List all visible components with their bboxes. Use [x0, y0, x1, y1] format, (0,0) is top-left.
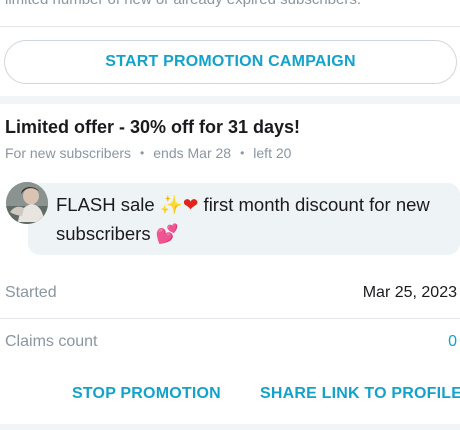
claims-count-label: Claims count: [5, 333, 98, 350]
claims-count-value[interactable]: 0: [448, 333, 457, 351]
two-hearts-icon: 💕: [155, 224, 179, 245]
promotion-message: FLASH sale ✨❤ first month discount for n…: [56, 191, 456, 249]
offer-remaining: left 20: [253, 145, 292, 161]
share-link-to-profile-button[interactable]: SHARE LINK TO PROFILE: [260, 385, 460, 403]
meta-separator: •: [140, 146, 145, 160]
offer-end-date: ends Mar 28: [153, 145, 232, 161]
message-text: FLASH sale: [56, 194, 160, 215]
promotion-actions: STOP PROMOTION SHARE LINK TO PROFILE: [0, 385, 460, 407]
offer-title: Limited offer - 30% off for 31 days!: [5, 117, 301, 137]
sparkles-icon: ✨: [159, 195, 183, 216]
divider: [0, 318, 460, 319]
start-promotion-campaign-button[interactable]: START PROMOTION CAMPAIGN: [4, 40, 457, 84]
started-row: Started Mar 25, 2023: [5, 284, 457, 302]
offer-meta: For new subscribers • ends Mar 28 • left…: [5, 145, 291, 161]
section-separator: [0, 424, 460, 430]
truncated-description: limited number of new or already expired…: [5, 0, 460, 8]
started-label: Started: [5, 284, 57, 301]
meta-separator: •: [240, 146, 245, 160]
avatar[interactable]: [6, 182, 48, 224]
divider: [0, 26, 460, 27]
avatar-photo: [6, 182, 48, 224]
red-heart-icon: ❤: [182, 195, 199, 216]
section-separator: [0, 96, 460, 104]
stop-promotion-button[interactable]: STOP PROMOTION: [72, 385, 221, 403]
offer-audience: For new subscribers: [5, 145, 132, 161]
started-value: Mar 25, 2023: [362, 284, 457, 301]
claims-row: Claims count 0: [5, 333, 457, 351]
